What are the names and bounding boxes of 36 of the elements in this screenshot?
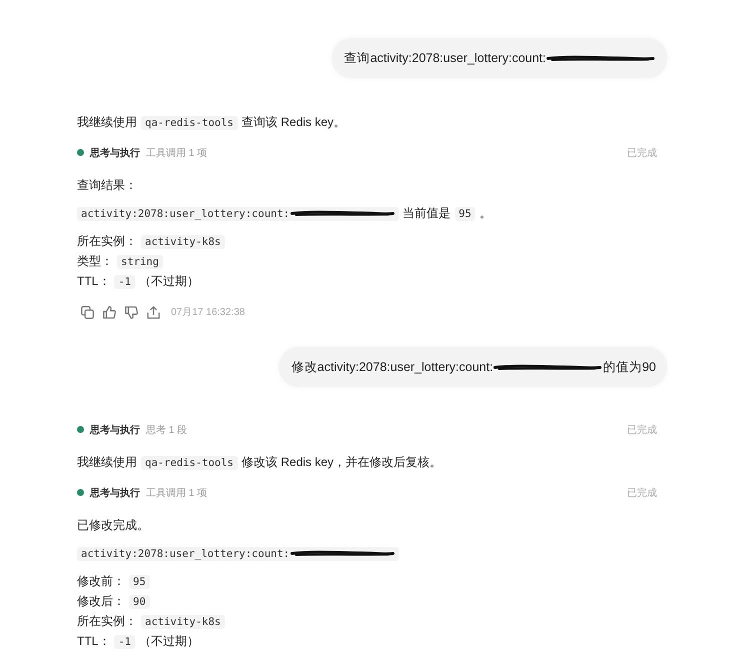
message-text: 。 [479, 206, 492, 220]
field-line: 修改前： 95 [77, 571, 667, 591]
field-line: TTL： -1 （不过期） [77, 273, 200, 291]
inline-code: activity:2078:user_lottery:count: [77, 547, 290, 561]
step-status: 已完成 [627, 146, 657, 160]
message-text: 查询activity:2078:user_lottery:count: [344, 51, 546, 65]
step-status: 已完成 [627, 486, 657, 500]
message-text: 我继续使用 qa-redis-tools 查询该 Redis key。 [77, 114, 347, 132]
field-line: 所在实例： activity-k8s [77, 231, 667, 251]
step-status: 已完成 [627, 424, 657, 436]
step-title: 思考与执行 [90, 424, 140, 436]
step-detail: 思考 1 段 [146, 424, 188, 436]
share-icon[interactable] [147, 306, 160, 318]
message-text: 我继续使用 qa-redis-tools 修改该 Redis key，并在修改后复核。 [77, 454, 443, 472]
field-line: 类型： string [77, 251, 667, 271]
message-text: 已修改完成。 [77, 517, 150, 534]
step-detail: 工具调用 1 项 [146, 146, 208, 160]
inline-code: 95 [454, 207, 476, 221]
message-text: 当前值是 [402, 206, 451, 220]
status-dot-icon [77, 489, 84, 496]
inline-code: activity:2078:user_lottery:count: [77, 207, 290, 221]
message-text: 查询结果： [77, 177, 138, 194]
status-dot-icon [77, 149, 84, 156]
field-line: 所在实例： activity-k8s [77, 611, 667, 631]
step-detail: 工具调用 1 项 [146, 486, 208, 500]
status-dot-icon [77, 426, 84, 433]
message-text: 修改activity:2078:user_lottery:count: [291, 360, 494, 374]
copy-icon[interactable] [81, 306, 94, 318]
step-title: 思考与执行 [90, 146, 140, 160]
field-line: TTL： -1 （不过期） [77, 633, 200, 651]
thumbs-down-icon[interactable] [125, 306, 138, 318]
message-text: 的值为90 [603, 360, 656, 374]
field-line: 修改后： 90 [77, 591, 667, 611]
step-title: 思考与执行 [90, 486, 140, 500]
thumbs-up-icon[interactable] [103, 306, 116, 318]
message-timestamp: 07月17 16:32:38 [171, 306, 245, 319]
